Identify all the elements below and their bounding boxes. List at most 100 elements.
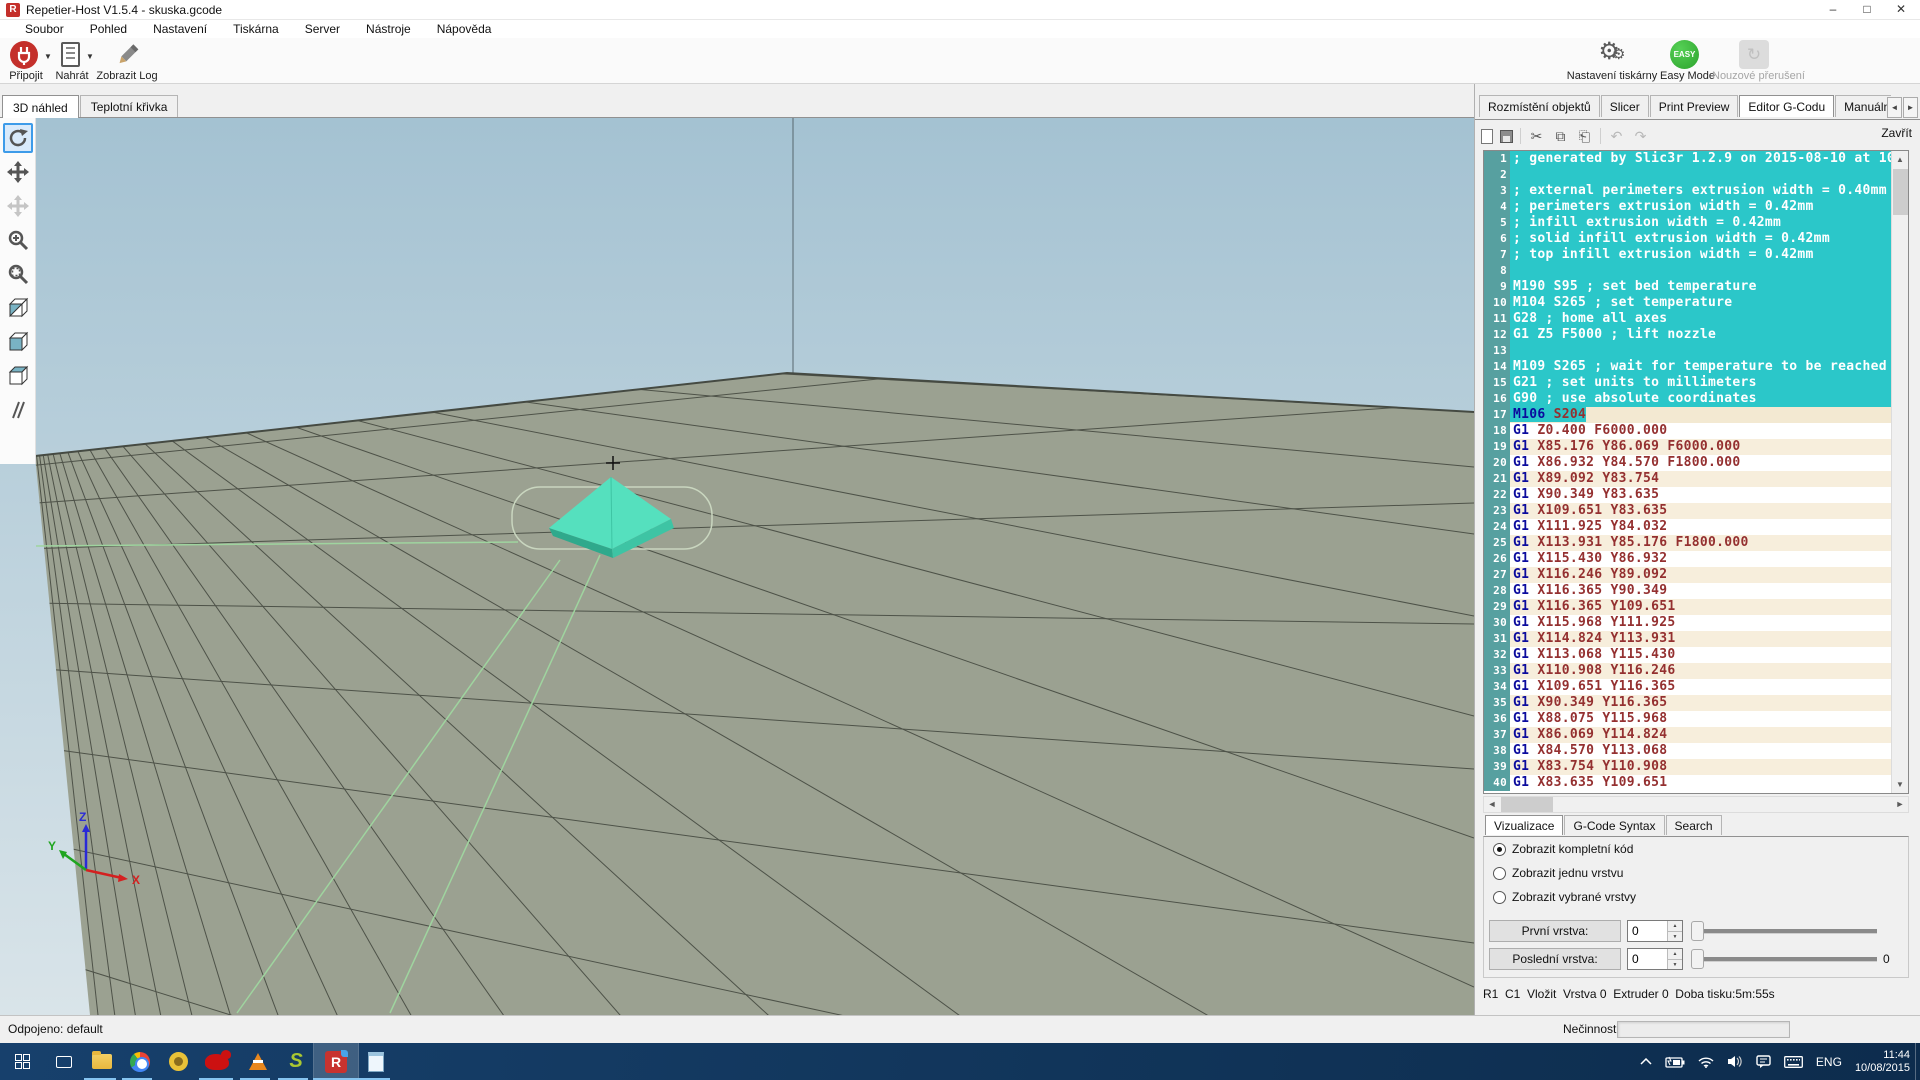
slider-thumb[interactable] bbox=[1691, 921, 1704, 941]
connect-dropdown-arrow[interactable]: ▼ bbox=[44, 52, 52, 61]
taskbar-notepad[interactable] bbox=[356, 1043, 396, 1080]
radio-icon[interactable] bbox=[1493, 843, 1506, 856]
load-button[interactable]: ▼ Nahrát bbox=[52, 40, 92, 82]
action-center-icon[interactable] bbox=[1756, 1055, 1771, 1069]
taskbar-downloader[interactable] bbox=[158, 1043, 198, 1080]
panel-tab-1[interactable]: Slicer bbox=[1601, 95, 1649, 117]
taskbar-repetier-host[interactable]: R bbox=[316, 1043, 356, 1080]
gcode-line[interactable]: 36G1 X88.075 Y115.968 bbox=[1484, 711, 1908, 727]
printer-settings-button[interactable]: ⚙⚙ Nastavení tiskárny bbox=[1560, 40, 1664, 82]
gcode-line[interactable]: 2 bbox=[1484, 167, 1908, 183]
radio-option-2[interactable]: Zobrazit vybrané vrstvy bbox=[1493, 890, 1636, 904]
menu-nápověda[interactable]: Nápověda bbox=[424, 21, 505, 37]
gcode-line[interactable]: 10M104 S265 ; set temperature bbox=[1484, 295, 1908, 311]
gcode-line[interactable]: 9M190 S95 ; set bed temperature bbox=[1484, 279, 1908, 295]
connect-button[interactable]: ▼ Připojit bbox=[2, 40, 50, 82]
scroll-up-icon[interactable]: ▲ bbox=[1892, 151, 1908, 168]
load-dropdown-arrow[interactable]: ▼ bbox=[86, 52, 94, 61]
spinner-down-icon[interactable]: ▼ bbox=[1667, 959, 1682, 969]
gcode-line[interactable]: 27G1 X116.246 Y89.092 bbox=[1484, 567, 1908, 583]
menu-tiskárna[interactable]: Tiskárna bbox=[220, 21, 292, 37]
first-layer-slider[interactable] bbox=[1691, 920, 1877, 942]
tab-scroll-right-button[interactable]: ► bbox=[1903, 97, 1918, 118]
gcode-line[interactable]: 4; perimeters extrusion width = 0.42mm bbox=[1484, 199, 1908, 215]
viz-tab-1[interactable]: G-Code Syntax bbox=[1564, 815, 1664, 835]
spinner-up-icon[interactable]: ▲ bbox=[1667, 949, 1682, 959]
battery-icon[interactable] bbox=[1665, 1056, 1685, 1068]
taskbar-file-explorer[interactable] bbox=[82, 1043, 122, 1080]
first-layer-button[interactable]: První vrstva: bbox=[1489, 920, 1621, 942]
gcode-line[interactable]: 29G1 X116.365 Y109.651 bbox=[1484, 599, 1908, 615]
maximize-button[interactable]: □ bbox=[1850, 0, 1884, 20]
panel-tab-0[interactable]: Rozmístění objektů bbox=[1479, 95, 1600, 117]
zoom-fit-tool[interactable] bbox=[3, 259, 33, 289]
clock[interactable]: 11:44 10/08/2015 bbox=[1855, 1049, 1910, 1075]
gcode-line[interactable]: 13 bbox=[1484, 343, 1908, 359]
slider-thumb[interactable] bbox=[1691, 949, 1704, 969]
gcode-line[interactable]: 30G1 X115.968 Y111.925 bbox=[1484, 615, 1908, 631]
scroll-left-icon[interactable]: ◄ bbox=[1484, 797, 1500, 812]
start-button[interactable] bbox=[2, 1043, 42, 1080]
hscroll-thumb[interactable] bbox=[1501, 797, 1553, 812]
top-view-button[interactable] bbox=[3, 361, 33, 391]
editor-vertical-scrollbar[interactable]: ▲ ▼ bbox=[1891, 151, 1908, 793]
scroll-right-icon[interactable]: ► bbox=[1892, 797, 1908, 812]
gcode-line[interactable]: 21G1 X89.092 Y83.754 bbox=[1484, 471, 1908, 487]
show-log-button[interactable]: Zobrazit Log bbox=[96, 40, 158, 82]
gcode-line[interactable]: 5; infill extrusion width = 0.42mm bbox=[1484, 215, 1908, 231]
panel-tab-3[interactable]: Editor G-Codu bbox=[1739, 95, 1834, 117]
parallel-projection-button[interactable] bbox=[3, 395, 33, 425]
menu-nastavení[interactable]: Nastavení bbox=[140, 21, 220, 37]
zoom-in-tool[interactable] bbox=[3, 225, 33, 255]
menu-server[interactable]: Server bbox=[292, 21, 353, 37]
menu-nástroje[interactable]: Nástroje bbox=[353, 21, 424, 37]
speaker-icon[interactable] bbox=[1727, 1055, 1743, 1068]
last-layer-spinner[interactable]: 0▲▼ bbox=[1627, 948, 1683, 970]
gcode-line[interactable]: 31G1 X114.824 Y113.931 bbox=[1484, 631, 1908, 647]
last-layer-button[interactable]: Poslední vrstva: bbox=[1489, 948, 1621, 970]
copy-icon[interactable]: ⧉ bbox=[1552, 128, 1569, 145]
gcode-line[interactable]: 39G1 X83.754 Y110.908 bbox=[1484, 759, 1908, 775]
new-file-icon[interactable] bbox=[1481, 129, 1493, 144]
gcode-line[interactable]: 25G1 X113.931 Y85.176 F1800.000 bbox=[1484, 535, 1908, 551]
radio-option-1[interactable]: Zobrazit jednu vrstvu bbox=[1493, 866, 1623, 880]
save-file-icon[interactable] bbox=[1500, 130, 1513, 143]
menu-soubor[interactable]: Soubor bbox=[12, 21, 77, 37]
gcode-line[interactable]: 19G1 X85.176 Y86.069 F6000.000 bbox=[1484, 439, 1908, 455]
paste-icon[interactable]: ⎗ bbox=[1576, 128, 1593, 145]
gcode-line[interactable]: 3; external perimeters extrusion width =… bbox=[1484, 183, 1908, 199]
close-button[interactable]: ✕ bbox=[1884, 0, 1918, 20]
view-tab-1[interactable]: Teplotní křivka bbox=[80, 95, 179, 118]
gcode-line[interactable]: 33G1 X110.908 Y116.246 bbox=[1484, 663, 1908, 679]
taskbar-chrome[interactable] bbox=[120, 1043, 160, 1080]
move-view-tool[interactable] bbox=[3, 157, 33, 187]
last-layer-slider[interactable] bbox=[1691, 948, 1877, 970]
gcode-line[interactable]: 8 bbox=[1484, 263, 1908, 279]
radio-icon[interactable] bbox=[1493, 891, 1506, 904]
language-indicator[interactable]: ENG bbox=[1816, 1055, 1842, 1069]
taskbar-red-dog-app[interactable] bbox=[197, 1043, 237, 1080]
gcode-line[interactable]: 35G1 X90.349 Y116.365 bbox=[1484, 695, 1908, 711]
gcode-line[interactable]: 17M106 S204 bbox=[1484, 407, 1908, 423]
cut-icon[interactable]: ✂ bbox=[1528, 128, 1545, 145]
scroll-down-icon[interactable]: ▼ bbox=[1892, 776, 1908, 793]
easy-mode-button[interactable]: EASY Easy Mode bbox=[1660, 40, 1710, 82]
viz-tab-2[interactable]: Search bbox=[1666, 815, 1722, 835]
editor-horizontal-scrollbar[interactable]: ◄ ► bbox=[1483, 796, 1909, 813]
vscroll-thumb[interactable] bbox=[1893, 169, 1908, 215]
wifi-icon[interactable] bbox=[1698, 1056, 1714, 1068]
panel-tab-4[interactable]: Manuální ovládání bbox=[1835, 95, 1891, 117]
spinner-down-icon[interactable]: ▼ bbox=[1667, 931, 1682, 941]
gcode-line[interactable]: 23G1 X109.651 Y83.635 bbox=[1484, 503, 1908, 519]
gcode-line[interactable]: 11G28 ; home all axes bbox=[1484, 311, 1908, 327]
gcode-line[interactable]: 12G1 Z5 F5000 ; lift nozzle bbox=[1484, 327, 1908, 343]
taskbar-vlc[interactable] bbox=[238, 1043, 278, 1080]
gcode-line[interactable]: 24G1 X111.925 Y84.032 bbox=[1484, 519, 1908, 535]
spinner-up-icon[interactable]: ▲ bbox=[1667, 921, 1682, 931]
front-view-button[interactable] bbox=[3, 327, 33, 357]
gcode-line[interactable]: 22G1 X90.349 Y83.635 bbox=[1484, 487, 1908, 503]
tray-expand-icon[interactable] bbox=[1640, 1058, 1652, 1066]
gcode-line[interactable]: 18G1 Z0.400 F6000.000 bbox=[1484, 423, 1908, 439]
rotate-view-tool[interactable] bbox=[3, 123, 33, 153]
editor-close-button[interactable]: Zavřít bbox=[1881, 126, 1912, 140]
